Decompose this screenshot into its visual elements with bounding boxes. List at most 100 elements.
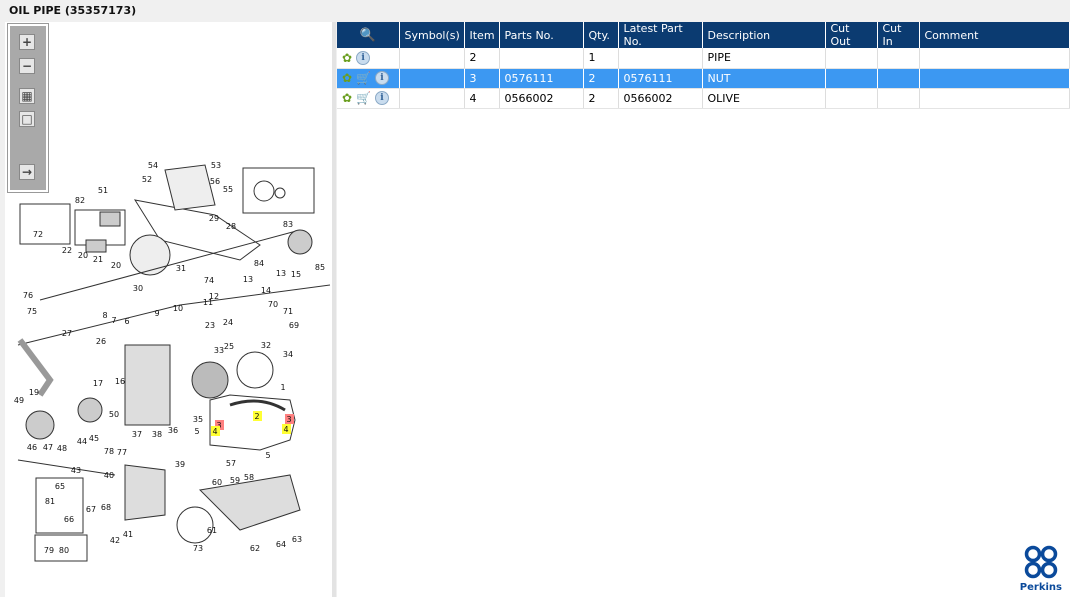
table-row[interactable]: ✿ 🛒 i 4 0566002 2 0566002 OLIVE [337,88,1070,109]
callout-label: 51 [98,186,108,195]
callout-label: 78 [104,447,114,456]
fit-all-button[interactable]: ▦ [19,88,35,104]
cut-in-cell [877,88,920,109]
callout-label: 63 [292,535,302,544]
callout-label: 11 [203,298,213,307]
parts-no-cell [499,48,584,69]
zoom-out-button[interactable]: − [19,58,35,74]
diagram-panel: 54 53 51 52 56 55 83 72 82 29 28 22 20 21 20 31 85 84 76 30… [5,22,332,597]
callout-label: 59 [230,476,240,485]
callout-label: 77 [117,448,127,457]
callout-label: 31 [176,264,186,273]
callout-label: 32 [261,341,271,350]
item-cell: 4 [464,88,500,109]
callout-label[interactable]: 3 [286,415,291,424]
qty-cell: 2 [583,68,619,89]
column-header[interactable]: Comment [919,22,1070,48]
callout-label: 19 [29,388,39,397]
callout-label: 57 [226,459,236,468]
callout-label: 44 [77,437,87,446]
callout-label: 67 [86,505,96,514]
table-header: 🔍 Symbol(s) Item Parts No. Qty. Latest P… [337,22,1070,48]
callout-label: 41 [123,530,133,539]
callout-label: 27 [62,329,72,338]
callout-label[interactable]: 2 [254,412,259,421]
column-header[interactable]: Qty. [583,22,619,48]
column-header[interactable]: Latest Part No. [618,22,703,48]
callout-label: 73 [193,544,203,553]
callout-label: 5 [265,451,270,460]
panel-splitter[interactable] [332,22,336,597]
column-header[interactable]: Symbol(s) [399,22,465,48]
info-icon[interactable]: i [356,50,371,65]
callout-label: 65 [55,482,65,491]
callout-label[interactable]: 4 [212,427,217,436]
callout-label: 20 [78,251,88,260]
zoom-in-button[interactable]: + [19,34,35,50]
callout-label: 83 [283,220,293,229]
column-header[interactable]: Cut Out [825,22,878,48]
qty-cell: 1 [583,48,619,69]
callout-label: 76 [23,291,33,300]
callout-label: 60 [212,478,222,487]
callout-label: 35 [193,415,203,424]
column-header[interactable]: Description [702,22,826,48]
callout-label: 52 [142,175,152,184]
callout-label: 74 [204,276,214,285]
callout-label: 15 [291,270,301,279]
callout-label: 43 [71,466,81,475]
callout-label: 81 [45,497,55,506]
comment-cell [919,68,1070,89]
table-row[interactable]: ✿ 🛒 i 3 0576111 2 0576111 NUT [337,68,1070,89]
callout-label: 72 [33,230,43,239]
square-icon: □ [21,112,33,126]
gear-icon[interactable]: ✿ [342,71,352,85]
callout-label: 8 [102,311,107,320]
callout-label: 79 [44,546,54,555]
info-icon[interactable]: i [375,91,390,105]
arrow-right-icon: → [21,165,33,179]
callout-label: 5 [194,427,199,436]
column-header[interactable]: Cut In [877,22,920,48]
gear-icon[interactable]: ✿ [342,51,352,65]
callout-label: 22 [62,246,72,255]
callout-label: 50 [109,410,119,419]
search-column-header[interactable]: 🔍 [337,22,400,48]
comment-cell [919,88,1070,109]
callout-label: 53 [211,161,221,170]
callout-label: 46 [27,443,37,452]
callout-label: 68 [101,503,111,512]
callout-label: 39 [175,460,185,469]
column-header[interactable]: Parts No. [499,22,584,48]
grid-icon: ▦ [21,89,33,103]
callout-label: 13 [276,269,286,278]
callout-label: 84 [254,259,264,268]
callout-label: 33 [214,346,224,355]
callout-label: 38 [152,430,162,439]
callout-label: 36 [168,426,178,435]
callout-label[interactable]: 4 [283,425,288,434]
callout-label: 66 [64,515,74,524]
shopping-cart-icon[interactable]: 🛒 [356,71,371,85]
gear-icon[interactable]: ✿ [342,91,352,105]
callout-label: 75 [27,307,37,316]
callout-label: 80 [59,546,69,555]
latest-part-no-cell: 0566002 [618,88,703,109]
parts-list-panel: 🔍 Symbol(s) Item Parts No. Qty. Latest P… [337,22,1070,597]
parts-table: 🔍 Symbol(s) Item Parts No. Qty. Latest P… [337,22,1070,109]
callout-label: 42 [110,536,120,545]
callout-label: 49 [14,396,24,405]
shopping-cart-icon[interactable]: 🛒 [356,91,371,105]
toggle-panel-button[interactable]: → [19,164,35,180]
column-header[interactable]: Item [464,22,500,48]
row-actions: ✿ 🛒 i [337,68,400,89]
symbols-cell [399,88,465,109]
callout-label: 85 [315,263,325,272]
table-row[interactable]: ✿ i 2 1 PIPE [337,48,1070,69]
info-icon[interactable]: i [375,71,390,85]
callout-label: 29 [209,214,219,223]
symbols-cell [399,68,465,89]
cut-out-cell [825,48,878,69]
latest-part-no-cell [618,48,703,69]
actual-size-button[interactable]: □ [19,111,35,127]
